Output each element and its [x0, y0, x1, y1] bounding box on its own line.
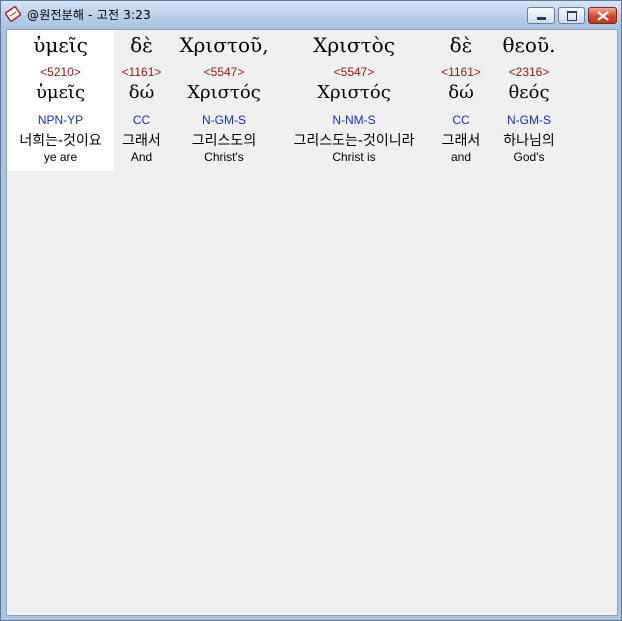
word-column[interactable]: δὲ <1161> δώ CC 그래서 And — [114, 30, 169, 171]
window-title: @원전분해 - 고전 3:23 — [27, 8, 151, 22]
app-window: @원전분해 - 고전 3:23 ὑμεῖς <5210> ὑμεῖς NPN-Y… — [0, 0, 622, 621]
bible-app-icon[interactable] — [5, 6, 21, 22]
korean-gloss: 그래서 — [441, 133, 481, 149]
strong-number: <5547> — [333, 65, 375, 79]
lemma: δώ — [128, 82, 155, 103]
parsing-code: N-NM-S — [332, 113, 376, 127]
strong-number: <1161> — [441, 65, 481, 79]
word-column[interactable]: θεοῦ. <2316> θεός N-GM-S 하나님의 God's — [493, 30, 565, 171]
strong-number: <1161> — [121, 65, 162, 79]
parsing-code: NPN-YP — [37, 113, 84, 127]
lemma: Χριστός — [187, 82, 261, 103]
english-gloss: Christ is — [332, 150, 376, 164]
strong-number: <2316> — [508, 65, 550, 79]
lemma: θεός — [508, 82, 550, 103]
word-column[interactable]: Χριστοῦ, <5547> Χριστός N-GM-S 그리스도의 Chr… — [169, 30, 279, 171]
english-gloss: and — [450, 150, 472, 164]
close-icon — [597, 11, 609, 21]
parsing-code: N-GM-S — [202, 113, 246, 127]
korean-gloss: 그리스도의 — [191, 133, 257, 149]
interlinear-view: ὑμεῖς <5210> ὑμεῖς NPN-YP 너희는-것이요 ye are… — [6, 29, 618, 616]
greek-word: θεοῦ. — [502, 33, 556, 57]
parsing-code: CC — [132, 113, 151, 127]
close-button[interactable] — [588, 7, 617, 24]
strong-number: <5210> — [40, 65, 81, 79]
title-bar[interactable]: @원전분해 - 고전 3:23 — [1, 1, 621, 28]
maximize-icon — [567, 11, 577, 21]
korean-gloss: 너희는-것이요 — [19, 133, 102, 149]
english-gloss: Christ's — [204, 150, 244, 164]
parsing-code: CC — [452, 113, 470, 127]
korean-gloss: 그래서 — [122, 133, 161, 149]
greek-word: δὲ — [449, 33, 473, 57]
word-column[interactable]: ὑμεῖς <5210> ὑμεῖς NPN-YP 너희는-것이요 ye are — [7, 30, 114, 171]
minimize-button[interactable] — [527, 7, 555, 24]
maximize-button[interactable] — [558, 7, 585, 24]
korean-gloss: 하나님의 — [503, 133, 555, 149]
parsing-code: N-GM-S — [507, 113, 551, 127]
minimize-icon — [537, 17, 546, 20]
korean-gloss: 그리스도는-것이니라 — [293, 133, 415, 149]
english-gloss: ye are — [43, 150, 78, 164]
word-column[interactable]: δὲ <1161> δώ CC 그래서 and — [433, 30, 489, 171]
lemma: δώ — [448, 82, 474, 103]
strong-number: <5547> — [203, 65, 245, 79]
lemma: ὑμεῖς — [35, 82, 86, 103]
greek-word: Χριστοῦ, — [179, 33, 269, 57]
greek-word: δὲ — [130, 33, 153, 57]
english-gloss: God's — [513, 150, 545, 164]
greek-word: Χριστὸς — [313, 33, 395, 57]
greek-word: ὑμεῖς — [33, 33, 88, 57]
word-column[interactable]: Χριστὸς <5547> Χριστός N-NM-S 그리스도는-것이니라… — [279, 30, 429, 171]
lemma: Χριστός — [317, 82, 391, 103]
english-gloss: And — [130, 150, 153, 164]
